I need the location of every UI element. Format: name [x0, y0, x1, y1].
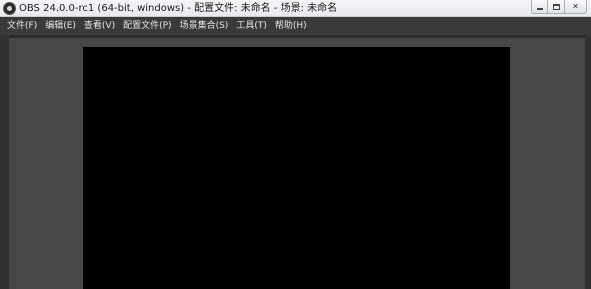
menu-file[interactable]: 文件(F) — [3, 17, 41, 35]
menu-help[interactable]: 帮助(H) — [271, 17, 311, 35]
title-bar[interactable]: OBS 24.0.0-rc1 (64-bit, windows) - 配置文件:… — [0, 0, 591, 17]
minimize-icon — [536, 8, 543, 10]
right-border — [585, 35, 591, 289]
close-button[interactable]: ✕ — [565, 0, 587, 14]
window-title: OBS 24.0.0-rc1 (64-bit, windows) - 配置文件:… — [19, 3, 338, 14]
window-controls: ✕ — [531, 0, 587, 15]
menu-edit[interactable]: 编辑(E) — [41, 17, 80, 35]
menu-view[interactable]: 查看(V) — [80, 17, 119, 35]
menu-scene-collection[interactable]: 场景集合(S) — [176, 17, 233, 35]
left-border — [0, 35, 9, 289]
preview-canvas[interactable] — [83, 47, 510, 289]
maximize-button[interactable] — [548, 0, 565, 14]
menu-bar: 文件(F) 编辑(E) 查看(V) 配置文件(P) 场景集合(S) 工具(T) … — [0, 17, 591, 35]
maximize-icon — [552, 3, 560, 10]
menu-tools[interactable]: 工具(T) — [232, 17, 271, 35]
close-icon: ✕ — [572, 1, 579, 11]
obs-logo-icon — [3, 2, 16, 15]
minimize-button[interactable] — [531, 0, 548, 14]
menu-profile[interactable]: 配置文件(P) — [119, 17, 175, 35]
